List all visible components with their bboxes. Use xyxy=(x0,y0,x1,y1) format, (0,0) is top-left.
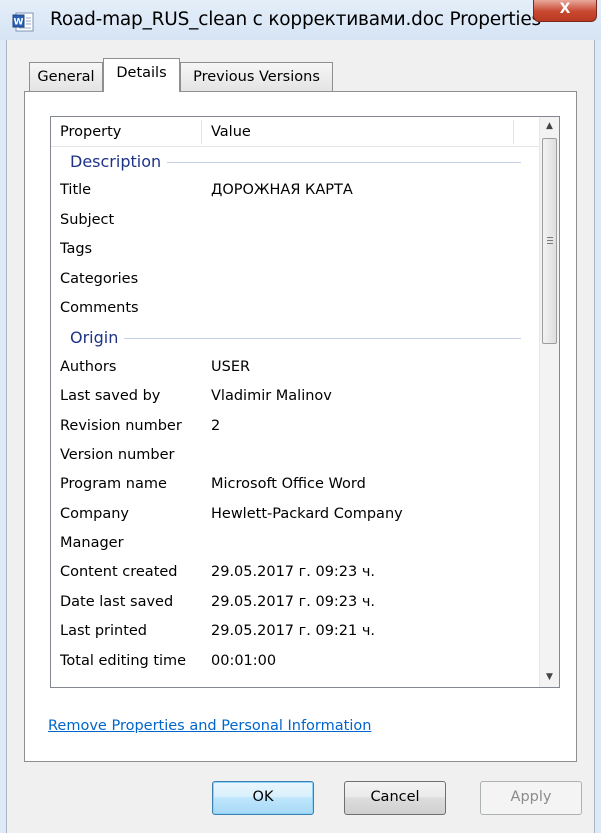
property-row-subject[interactable]: Subject xyxy=(51,206,539,235)
property-value: 29.05.2017 г. 09:23 ч. xyxy=(211,593,376,610)
svg-text:W: W xyxy=(14,18,24,28)
tab-label: Details xyxy=(116,65,167,81)
arrow-up-icon[interactable]: ▲ xyxy=(540,117,559,136)
property-name: Company xyxy=(60,505,129,522)
property-value: Vladimir Malinov xyxy=(211,388,332,405)
property-value: 29.05.2017 г. 09:23 ч. xyxy=(211,564,376,581)
ok-button-label: OK xyxy=(252,789,274,805)
property-row-content-created[interactable]: Content created 29.05.2017 г. 09:23 ч. xyxy=(51,558,539,587)
word-document-icon: W xyxy=(12,12,34,32)
cancel-button[interactable]: Cancel xyxy=(344,781,446,815)
property-name: Categories xyxy=(60,270,139,287)
property-name: Last printed xyxy=(60,623,148,640)
property-value: USER xyxy=(211,358,251,375)
grip-line xyxy=(547,240,553,241)
property-name: Manager xyxy=(60,535,124,552)
property-name: Authors xyxy=(60,358,117,375)
tab-label: Previous Versions xyxy=(193,69,320,85)
property-row-title[interactable]: Title ДОРОЖНАЯ КАРТА xyxy=(51,176,539,205)
property-row-version-number[interactable]: Version number xyxy=(51,441,539,470)
scrollbar-thumb[interactable] xyxy=(542,138,557,344)
property-row-total-editing-time[interactable]: Total editing time 00:01:00 xyxy=(51,647,539,676)
property-row-date-last-saved[interactable]: Date last saved 29.05.2017 г. 09:23 ч. xyxy=(51,588,539,617)
property-value: Hewlett-Packard Company xyxy=(211,505,403,522)
group-label: Description xyxy=(70,147,168,177)
property-row-authors[interactable]: Authors USER xyxy=(51,353,539,382)
property-name: Subject xyxy=(60,211,115,228)
property-name: Date last saved xyxy=(60,593,174,610)
property-row-revision-number[interactable]: Revision number 2 xyxy=(51,412,539,441)
group-label: Origin xyxy=(70,323,125,353)
grip-line xyxy=(547,237,553,238)
cancel-button-label: Cancel xyxy=(370,789,420,805)
vertical-scrollbar[interactable]: ▲ ▼ xyxy=(539,117,559,687)
property-name: Tags xyxy=(60,241,93,258)
ok-button[interactable]: OK xyxy=(212,781,314,815)
property-value: 29.05.2017 г. 09:21 ч. xyxy=(211,623,376,640)
property-value: Microsoft Office Word xyxy=(211,476,366,493)
remove-properties-link[interactable]: Remove Properties and Personal Informati… xyxy=(48,718,371,734)
property-row-tags[interactable]: Tags xyxy=(51,235,539,264)
property-name: Program name xyxy=(60,476,167,493)
title-bar[interactable]: W Road-map_RUS_clean с коррективами.doc … xyxy=(0,0,601,40)
properties-list[interactable]: Property Value Description Title ДОРОЖНА… xyxy=(50,116,560,688)
tab-details[interactable]: Details xyxy=(103,58,180,92)
column-divider[interactable] xyxy=(513,120,514,144)
property-name: Revision number xyxy=(60,417,182,434)
close-icon: X xyxy=(559,1,571,17)
property-row-last-printed[interactable]: Last printed 29.05.2017 г. 09:21 ч. xyxy=(51,617,539,646)
column-header: Property Value xyxy=(51,117,539,147)
property-name: Title xyxy=(60,182,92,199)
property-name: Comments xyxy=(60,299,139,316)
property-rows: Description Title ДОРОЖНАЯ КАРТА Subject… xyxy=(51,147,539,676)
property-row-program-name[interactable]: Program name Microsoft Office Word xyxy=(51,470,539,499)
window-title: Road-map_RUS_clean с коррективами.doc Pr… xyxy=(50,9,541,30)
property-name: Content created xyxy=(60,564,178,581)
grip-line xyxy=(547,243,553,244)
arrow-down-icon[interactable]: ▼ xyxy=(540,668,559,687)
tab-previous-versions[interactable]: Previous Versions xyxy=(180,62,333,92)
property-row-last-saved-by[interactable]: Last saved by Vladimir Malinov xyxy=(51,382,539,411)
property-name: Last saved by xyxy=(60,388,161,405)
group-description[interactable]: Description xyxy=(51,147,539,177)
property-name: Total editing time xyxy=(60,652,187,669)
apply-button-label: Apply xyxy=(510,789,552,805)
tab-general[interactable]: General xyxy=(29,62,103,92)
property-row-company[interactable]: Company Hewlett-Packard Company xyxy=(51,500,539,529)
apply-button[interactable]: Apply xyxy=(480,781,582,815)
property-value: 00:01:00 xyxy=(211,652,277,669)
close-button[interactable]: X xyxy=(533,0,597,22)
property-row-comments[interactable]: Comments xyxy=(51,294,539,323)
property-row-categories[interactable]: Categories xyxy=(51,265,539,294)
property-value: 2 xyxy=(211,417,221,434)
tab-label: General xyxy=(37,69,95,85)
group-divider xyxy=(91,338,521,340)
property-name: Version number xyxy=(60,446,175,463)
column-property[interactable]: Property xyxy=(51,117,121,147)
property-row-manager[interactable]: Manager xyxy=(51,529,539,558)
property-value: ДОРОЖНАЯ КАРТА xyxy=(211,182,353,199)
column-value[interactable]: Value xyxy=(202,117,251,147)
group-origin[interactable]: Origin xyxy=(51,323,539,353)
